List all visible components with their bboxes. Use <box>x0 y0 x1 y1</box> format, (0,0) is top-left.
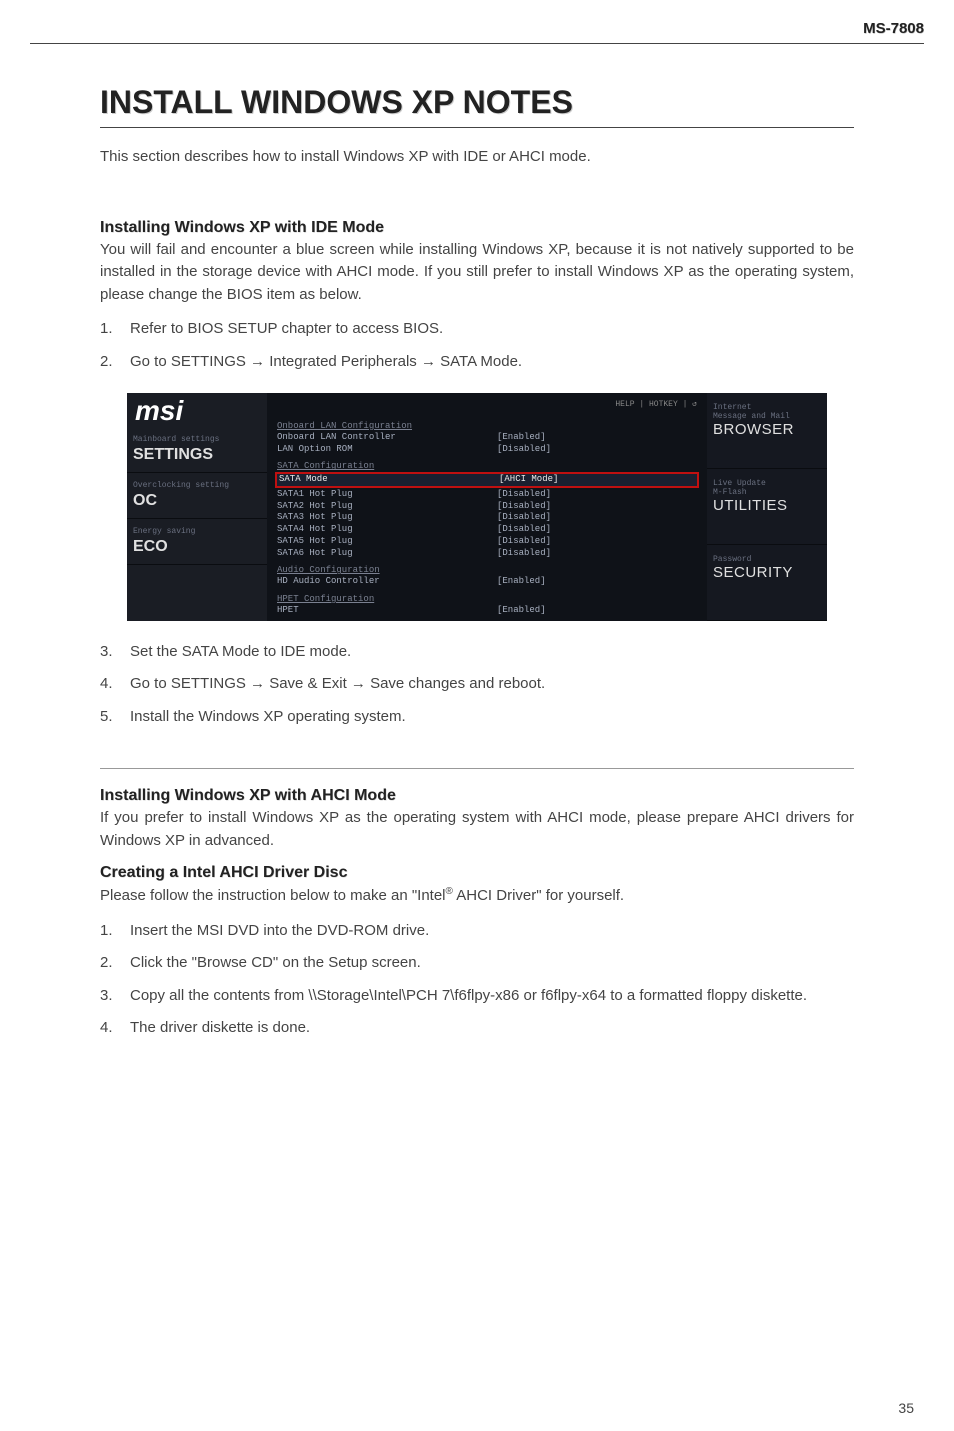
bios-nav-utilities: Live Update M-Flash UTILITIES <box>707 469 827 545</box>
ahci-driver-title: Creating a Intel AHCI Driver Disc <box>100 864 854 882</box>
intro-text: This section describes how to install Wi… <box>100 146 854 169</box>
bios-row: Onboard LAN Controller[Enabled] <box>277 432 697 444</box>
page-number: 35 <box>898 1400 914 1416</box>
bios-nav-browser: Internet Message and Mail BROWSER <box>707 393 827 469</box>
bios-left-nav: msi Mainboard settings SETTINGS Overcloc… <box>127 393 267 621</box>
bios-row: HD Audio Controller[Enabled] <box>277 576 697 588</box>
header-rule <box>30 43 924 44</box>
ahci-step-3: Copy all the contents from \\Storage\Int… <box>130 987 807 1004</box>
bios-row: SATA5 Hot Plug[Disabled] <box>277 536 697 548</box>
bios-center: HELP | HOTKEY | ↺ Onboard LAN Configurat… <box>267 393 707 621</box>
msi-logo: msi <box>127 393 267 427</box>
bios-section-lan: Onboard LAN Configuration <box>277 421 697 431</box>
bios-row: SATA2 Hot Plug[Disabled] <box>277 501 697 513</box>
ide-step-2: Go to SETTINGS → Integrated Peripherals … <box>130 353 522 370</box>
bios-nav-settings: Mainboard settings SETTINGS <box>127 427 267 473</box>
ahci-driver-body: Please follow the instruction below to m… <box>100 884 854 908</box>
bios-row: SATA3 Hot Plug[Disabled] <box>277 512 697 524</box>
header-model: MS-7808 <box>30 20 924 41</box>
ide-step-4: Go to SETTINGS → Save & Exit → Save chan… <box>130 675 545 692</box>
bios-section-hpet: HPET Configuration <box>277 594 697 604</box>
bios-nav-security: Password SECURITY <box>707 545 827 621</box>
bios-row: LAN Option ROM[Disabled] <box>277 444 697 456</box>
ide-section-body: You will fail and encounter a blue scree… <box>100 239 854 307</box>
registered-mark: ® <box>446 886 453 897</box>
ide-steps-after: 3.Set the SATA Mode to IDE mode. 4.Go to… <box>100 641 854 729</box>
bios-section-sata: SATA Configuration <box>277 461 697 471</box>
bios-row: SATA4 Hot Plug[Disabled] <box>277 524 697 536</box>
ahci-section-body: If you prefer to install Windows XP as t… <box>100 807 854 852</box>
bios-right-nav: Internet Message and Mail BROWSER Live U… <box>707 393 827 621</box>
ahci-section-title: Installing Windows XP with AHCI Mode <box>100 787 854 805</box>
bios-top-hints: HELP | HOTKEY | ↺ <box>277 397 697 415</box>
ahci-steps: 1.Insert the MSI DVD into the DVD-ROM dr… <box>100 920 854 1040</box>
ide-section-title: Installing Windows XP with IDE Mode <box>100 219 854 237</box>
bios-section-audio: Audio Configuration <box>277 565 697 575</box>
ide-step-1: Refer to BIOS SETUP chapter to access BI… <box>130 320 443 337</box>
bios-screenshot: msi Mainboard settings SETTINGS Overcloc… <box>127 393 827 621</box>
bios-nav-oc: Overclocking setting OC <box>127 473 267 519</box>
ide-steps-before: 1.Refer to BIOS SETUP chapter to access … <box>100 318 854 373</box>
main-title: INSTALL WINDOWS XP NOTES <box>100 84 854 121</box>
bios-row: HPET[Enabled] <box>277 605 697 617</box>
ide-step-3: Set the SATA Mode to IDE mode. <box>130 643 351 660</box>
bios-row: SATA6 Hot Plug[Disabled] <box>277 548 697 560</box>
section-rule <box>100 768 854 769</box>
bios-nav-eco: Energy saving ECO <box>127 519 267 565</box>
ahci-step-4: The driver diskette is done. <box>130 1019 310 1036</box>
bios-row: SATA1 Hot Plug[Disabled] <box>277 489 697 501</box>
ahci-step-2: Click the "Browse CD" on the Setup scree… <box>130 954 421 971</box>
ide-step-5: Install the Windows XP operating system. <box>130 708 406 725</box>
ahci-step-1: Insert the MSI DVD into the DVD-ROM driv… <box>130 922 429 939</box>
bios-row-sata-mode: SATA Mode[AHCI Mode] <box>275 472 699 488</box>
title-rule <box>100 127 854 128</box>
